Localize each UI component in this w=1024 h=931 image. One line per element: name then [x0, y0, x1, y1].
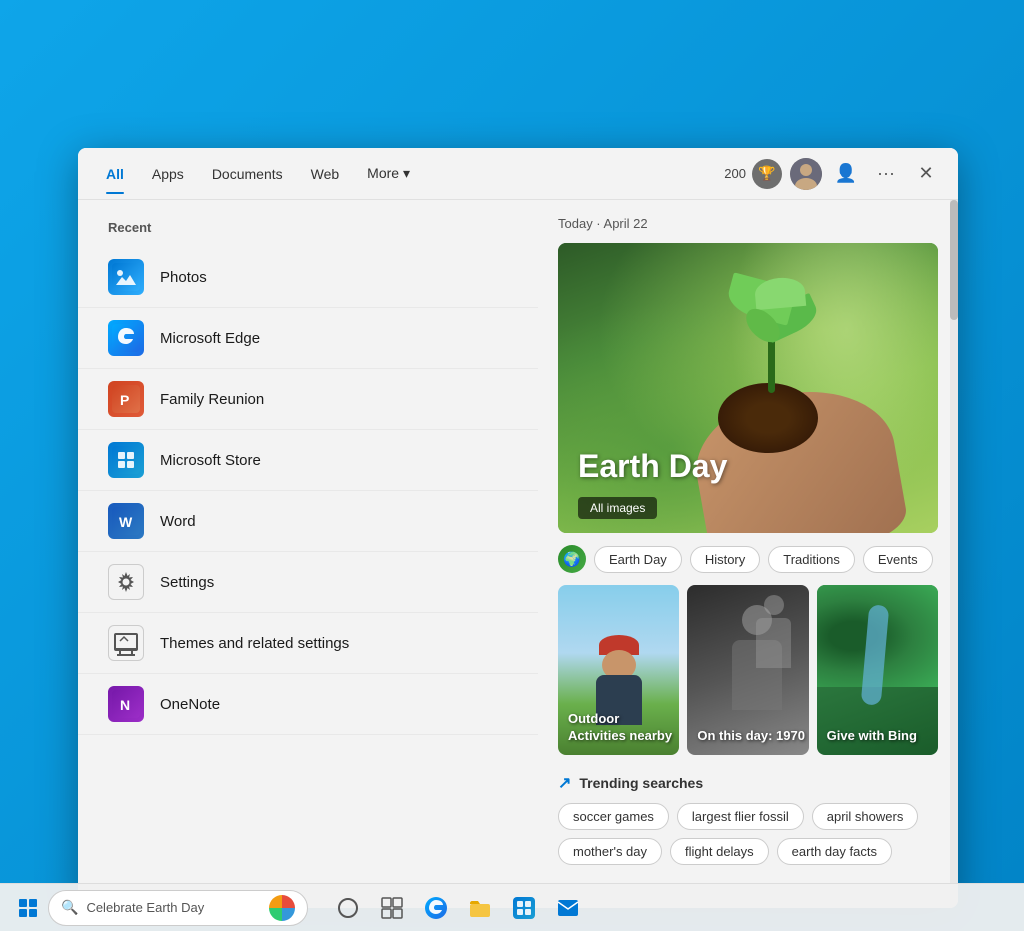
settings-icon: [108, 564, 144, 600]
hero-title: Earth Day: [578, 448, 727, 485]
task-view-icon[interactable]: [332, 892, 364, 924]
tags-row: 🌍 Earth Day History Traditions Events: [558, 545, 938, 573]
store-icon: [108, 442, 144, 478]
circle-icon: [338, 898, 358, 918]
app-item-edge[interactable]: Microsoft Edge: [78, 308, 538, 369]
search-magnifier: 🔍: [61, 899, 78, 916]
search-panel: All Apps Documents Web More ▾ 200 🏆: [78, 148, 958, 908]
store-taskbar-icon[interactable]: [508, 892, 540, 924]
app-name-themes: Themes and related settings: [160, 635, 349, 652]
user-avatar[interactable]: [790, 158, 822, 190]
tab-apps[interactable]: Apps: [140, 160, 196, 188]
points-value: 200: [724, 166, 746, 181]
mini-card-outdoor[interactable]: Outdoor Activities nearby: [558, 585, 679, 755]
tag-traditions[interactable]: Traditions: [768, 546, 855, 573]
trending-tags: soccer games largest flier fossil april …: [558, 803, 938, 865]
trending-section: ↗ Trending searches soccer games largest…: [558, 769, 938, 869]
close-icon[interactable]: ✕: [910, 158, 942, 190]
mini-card-label-outdoor: Outdoor Activities nearby: [568, 711, 679, 745]
mini-card-label-history: On this day: 1970: [697, 728, 805, 745]
trending-tag-3[interactable]: mother's day: [558, 838, 662, 865]
mail-taskbar-icon[interactable]: [552, 892, 584, 924]
win-quad-3: [19, 909, 27, 917]
tab-more[interactable]: More ▾: [355, 159, 422, 188]
main-content: Recent Photos: [78, 200, 958, 908]
scrollbar-track: [950, 200, 958, 908]
scrollbar-thumb[interactable]: [950, 200, 958, 320]
person-icon[interactable]: 👤: [830, 158, 862, 190]
search-input-text: Celebrate Earth Day: [86, 900, 204, 915]
trending-tag-5[interactable]: earth day facts: [777, 838, 892, 865]
tab-web[interactable]: Web: [299, 160, 352, 188]
app-name-onenote: OneNote: [160, 696, 220, 713]
tab-documents[interactable]: Documents: [200, 160, 295, 188]
app-name-family-reunion: Family Reunion: [160, 391, 264, 408]
bing-orb: [269, 895, 295, 921]
windows-logo: [19, 899, 37, 917]
app-item-photos[interactable]: Photos: [78, 247, 538, 308]
app-name-edge: Microsoft Edge: [160, 330, 260, 347]
trending-tag-0[interactable]: soccer games: [558, 803, 669, 830]
mini-cards: Outdoor Activities nearby: [558, 585, 938, 755]
start-button[interactable]: [12, 892, 44, 924]
file-explorer-icon[interactable]: [464, 892, 496, 924]
win-quad-4: [29, 909, 37, 917]
trending-title: Trending searches: [579, 775, 703, 791]
tag-events[interactable]: Events: [863, 546, 933, 573]
top-bar-right: 200 🏆 👤 ··· ✕: [724, 158, 942, 190]
mini-card-history[interactable]: On this day: 1970: [687, 585, 808, 755]
win-quad-1: [19, 899, 27, 907]
tab-all[interactable]: All: [94, 160, 136, 188]
app-item-themes[interactable]: Themes and related settings: [78, 613, 538, 674]
tag-history[interactable]: History: [690, 546, 760, 573]
app-item-settings[interactable]: Settings: [78, 552, 538, 613]
svg-text:N: N: [120, 697, 130, 713]
all-images-button[interactable]: All images: [578, 497, 657, 519]
date-label: Today · April 22: [558, 216, 938, 231]
earth-day-icon: 🌍: [558, 545, 586, 573]
svg-text:W: W: [119, 514, 133, 530]
taskbar: 🔍 Celebrate Earth Day: [0, 883, 1024, 931]
hero-card[interactable]: Earth Day All images: [558, 243, 938, 533]
tag-earth-day[interactable]: Earth Day: [594, 546, 682, 573]
trending-tag-2[interactable]: april showers: [812, 803, 919, 830]
app-item-word[interactable]: W Word: [78, 491, 538, 552]
app-name-settings: Settings: [160, 574, 214, 591]
app-item-onenote[interactable]: N OneNote: [78, 674, 538, 735]
word-icon: W: [108, 503, 144, 539]
onenote-icon: N: [108, 686, 144, 722]
widgets-icon[interactable]: [376, 892, 408, 924]
right-panel: Today · April 22: [538, 200, 958, 908]
taskbar-icons: [332, 892, 584, 924]
points-badge: 200 🏆: [724, 159, 782, 189]
app-name-store: Microsoft Store: [160, 452, 261, 469]
mini-card-give[interactable]: Give with Bing: [817, 585, 938, 755]
app-name-photos: Photos: [160, 269, 207, 286]
app-item-store[interactable]: Microsoft Store: [78, 430, 538, 491]
trophy-icon[interactable]: 🏆: [752, 159, 782, 189]
trending-tag-4[interactable]: flight delays: [670, 838, 769, 865]
photos-icon: [108, 259, 144, 295]
hero-text: Earth Day: [578, 448, 727, 485]
themes-icon: [108, 625, 144, 661]
top-bar: All Apps Documents Web More ▾ 200 🏆: [78, 148, 958, 200]
desktop: All Apps Documents Web More ▾ 200 🏆: [0, 0, 1024, 931]
mini-card-label-give: Give with Bing: [827, 728, 917, 745]
more-options-icon[interactable]: ···: [870, 158, 902, 190]
left-panel: Recent Photos: [78, 200, 538, 908]
app-item-family-reunion[interactable]: P Family Reunion: [78, 369, 538, 430]
svg-text:P: P: [120, 392, 129, 408]
app-name-word: Word: [160, 513, 196, 530]
taskbar-search[interactable]: 🔍 Celebrate Earth Day: [48, 890, 308, 926]
edge-taskbar-icon[interactable]: [420, 892, 452, 924]
recent-label: Recent: [78, 220, 538, 247]
trending-header: ↗ Trending searches: [558, 773, 938, 793]
ppt-icon: P: [108, 381, 144, 417]
edge-icon: [108, 320, 144, 356]
trending-tag-1[interactable]: largest flier fossil: [677, 803, 804, 830]
win-quad-2: [29, 899, 37, 907]
